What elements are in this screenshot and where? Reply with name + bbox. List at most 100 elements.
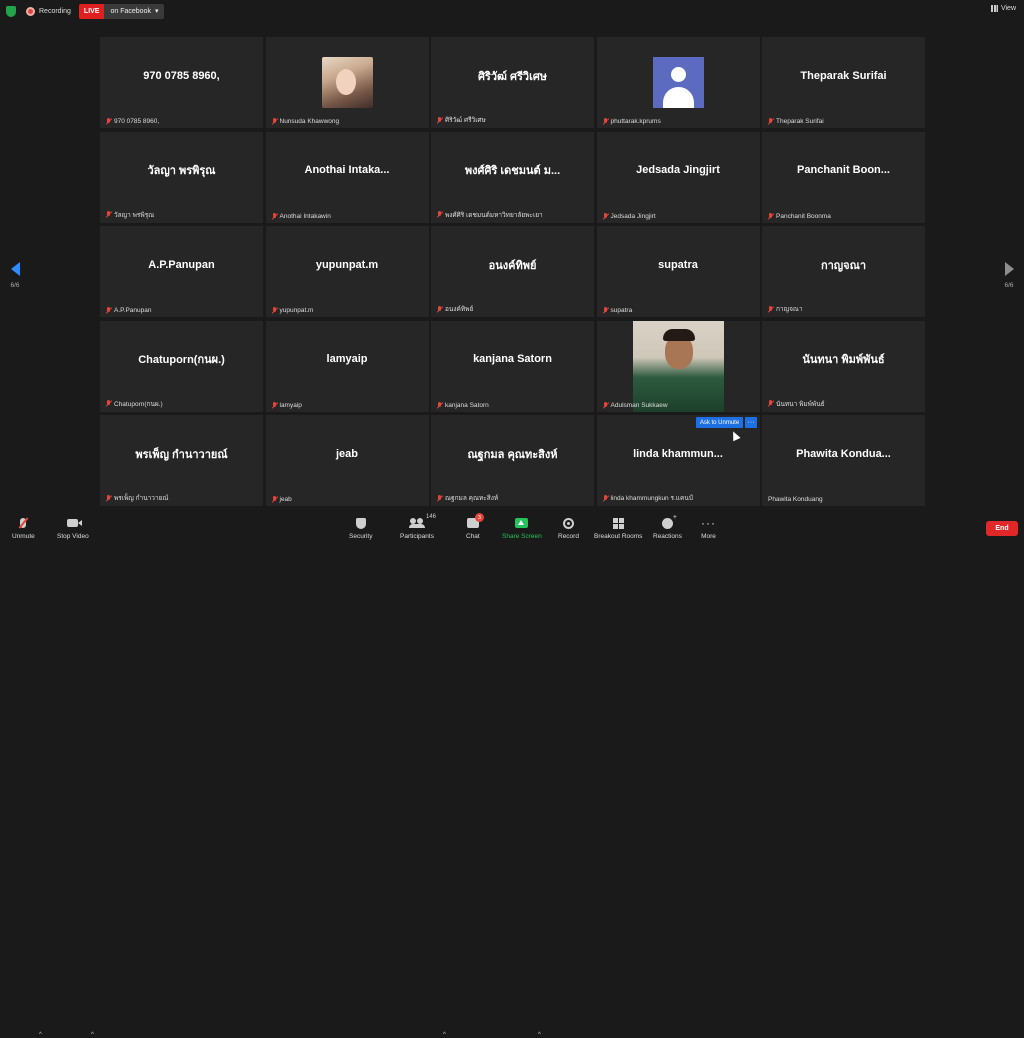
muted-mic-icon [768, 212, 773, 220]
participant-tile[interactable]: yupunpat.m yupunpat.m [265, 226, 429, 317]
chevron-down-icon: ▾ [154, 8, 159, 15]
gallery-view-icon [990, 5, 998, 12]
ask-to-unmute-button[interactable]: Ask to Unmute [696, 417, 743, 428]
participant-tile[interactable]: Anothai Intaka... Anothai Intakawin [265, 131, 429, 223]
participant-tile[interactable]: Chatuporn(กนผ.) Chatuporn(กนผ.) [100, 320, 263, 412]
muted-mic-icon [272, 496, 277, 503]
record-button[interactable]: Record [558, 516, 579, 540]
participant-tile[interactable]: linda khammun... linda khammungkun ร.แคนป… [596, 415, 760, 506]
muted-mic-icon [768, 305, 773, 313]
more-button[interactable]: ··· More [701, 516, 716, 540]
participant-more-options-button[interactable]: ··· [745, 417, 757, 428]
participant-display-name: 970 0785 8960, [143, 69, 220, 82]
participant-name: พรเพ็ญ กำนาวายณ์ [114, 495, 169, 502]
participant-tile[interactable]: ณฐกมล คุณทะสิงห์ ณฐกมล คุณทะสิงห์ [431, 415, 594, 506]
participant-display-name: อนงค์ทิพย์ [488, 259, 537, 272]
participant-display-name: lamyaip [326, 353, 368, 365]
stop-video-button[interactable]: Stop Video [57, 516, 89, 540]
stop-video-label: Stop Video [57, 533, 89, 540]
muted-mic-icon [603, 307, 608, 314]
unmute-button[interactable]: Unmute [12, 516, 35, 540]
participant-name-label: jeab [272, 496, 292, 503]
participant-name-label: supatra [603, 307, 632, 314]
participant-name-label: yupunpat.m [272, 307, 313, 314]
live-stream-indicator[interactable]: LIVE on Facebook ▾ [78, 3, 165, 19]
muted-mic-icon [106, 211, 111, 218]
share-screen-button[interactable]: Share Screen [502, 516, 542, 540]
participant-display-name: Panchanit Boon... [797, 164, 890, 176]
participant-name-label: Jedsada Jingjirt [603, 212, 656, 220]
chat-button[interactable]: 3 Chat [466, 513, 484, 540]
participant-display-name: yupunpat.m [315, 258, 379, 271]
participant-name: Phawita Konduang [768, 496, 823, 503]
participant-tile[interactable]: ศิริวัฒ์ ศรีวิเศษ ศิริวัฒ์ ศรีวิเศษ [431, 37, 594, 128]
participant-display-name: กาญจณา [820, 259, 867, 272]
participant-tile[interactable]: phuttarak.kprums [596, 37, 760, 128]
participant-tile[interactable]: Theparak Surifai Theparak Surifai [762, 37, 925, 128]
video-options-caret-icon[interactable]: ^ [91, 1032, 94, 1038]
reactions-button[interactable]: Reactions [653, 514, 682, 541]
share-options-caret-icon[interactable]: ^ [538, 1032, 541, 1038]
participant-name-label: ศิริวัฒ์ ศรีวิเศษ [437, 115, 486, 125]
muted-mic-icon [437, 401, 442, 409]
participant-tile[interactable]: Adulsman Sukkaew [596, 320, 760, 412]
participant-name-label: Adulsman Sukkaew [603, 401, 668, 409]
participant-tile[interactable]: อนงค์ทิพย์ อนงค์ทิพย์ [431, 226, 594, 317]
participant-name-label: Panchanit Boonma [768, 212, 831, 220]
participant-tile[interactable]: lamyaip lamyaip [265, 320, 429, 412]
participant-tile[interactable]: พรเพ็ญ กำนาวายณ์ พรเพ็ญ กำนาวายณ์ [100, 415, 263, 506]
participant-name-label: นันทนา พิมพ์พันธ์ [768, 399, 825, 409]
participant-tile[interactable]: Nunsuda Khawwong [265, 37, 429, 128]
participant-display-name: พงศ์ศิริ เดชมนต์ ม... [464, 165, 561, 177]
muted-mic-icon [272, 212, 277, 220]
participant-name-label: ณฐกมล คุณทะสิงห์ [437, 493, 498, 503]
participant-tile[interactable]: kanjana Satorn kanjana Satorn [431, 320, 594, 412]
participant-tile[interactable]: กาญจณา กาญจณา [762, 226, 925, 317]
breakout-rooms-button[interactable]: Breakout Rooms [594, 516, 642, 540]
audio-options-caret-icon[interactable]: ^ [39, 1032, 42, 1038]
participant-tile[interactable]: supatra supatra [596, 226, 760, 317]
participant-name-label: พงศ์ศิริ เดชมนต์มหาวิทยาลัยพะเยา [437, 210, 543, 220]
participant-tile[interactable]: นันทนา พิมพ์พันธ์ นันทนา พิมพ์พันธ์ [762, 320, 925, 412]
previous-page-button[interactable]: 6/6 [6, 262, 24, 289]
participant-display-name: ณฐกมล คุณทะสิงห์ [467, 448, 558, 461]
participant-tile[interactable]: วัลญา พรพิรุณ วัลญา พรพิรุณ [100, 131, 263, 223]
chat-label: Chat [466, 533, 480, 540]
participant-tile[interactable]: A.P.Panupan A.P.Panupan [100, 226, 263, 317]
participants-options-caret-icon[interactable]: ^ [443, 1032, 446, 1038]
participant-tile[interactable]: 970 0785 8960, 970 0785 8960, [100, 37, 263, 128]
more-label: More [701, 533, 716, 540]
participant-name: Anothai Intakawin [279, 212, 331, 220]
participant-name-label: linda khammungkun ร.แคนป์ [603, 493, 693, 503]
participant-grid: 970 0785 8960, 970 0785 8960, Nunsuda Khaw… [100, 37, 925, 506]
participant-display-name: supatra [658, 258, 698, 271]
muted-mic-icon [106, 400, 111, 407]
recording-label[interactable]: Recording [39, 8, 71, 15]
reactions-icon [661, 514, 677, 529]
participant-tile[interactable]: Phawita Kondua... Phawita Konduang [762, 415, 925, 506]
record-icon [562, 517, 574, 529]
participants-button[interactable]: 146 Participants [400, 514, 436, 540]
shield-icon [355, 517, 366, 529]
participant-tile[interactable]: jeab jeab [265, 415, 429, 506]
muted-microphone-icon [20, 518, 27, 528]
participant-display-name: Phawita Kondua... [796, 447, 891, 460]
view-button[interactable]: View [990, 5, 1016, 12]
security-button[interactable]: Security [349, 516, 372, 540]
participant-name: A.P.Panupan [114, 307, 152, 314]
participants-icon [408, 518, 425, 528]
participant-tile[interactable]: Panchanit Boon... Panchanit Boonma [762, 131, 925, 223]
video-camera-icon [67, 519, 83, 527]
muted-mic-icon [437, 305, 442, 313]
participant-name-label: Chatuporn(กนผ.) [106, 399, 163, 409]
next-page-button[interactable]: 6/6 [1000, 262, 1018, 289]
live-destination[interactable]: on Facebook ▾ [104, 3, 165, 19]
end-meeting-button[interactable]: End [986, 521, 1018, 536]
participant-display-name: นันทนา พิมพ์พันธ์ [802, 354, 885, 366]
participant-display-name: พรเพ็ญ กำนาวายณ์ [135, 448, 228, 461]
participant-display-name: Jedsada Jingjirt [636, 164, 720, 176]
participant-display-name: ศิริวัฒ์ ศรีวิเศษ [477, 70, 548, 83]
participant-tile[interactable]: Jedsada Jingjirt Jedsada Jingjirt [596, 131, 760, 223]
participant-tile[interactable]: พงศ์ศิริ เดชมนต์ ม... พงศ์ศิริ เดชมนต์มหา… [431, 131, 594, 223]
security-shield-icon[interactable] [6, 5, 16, 17]
